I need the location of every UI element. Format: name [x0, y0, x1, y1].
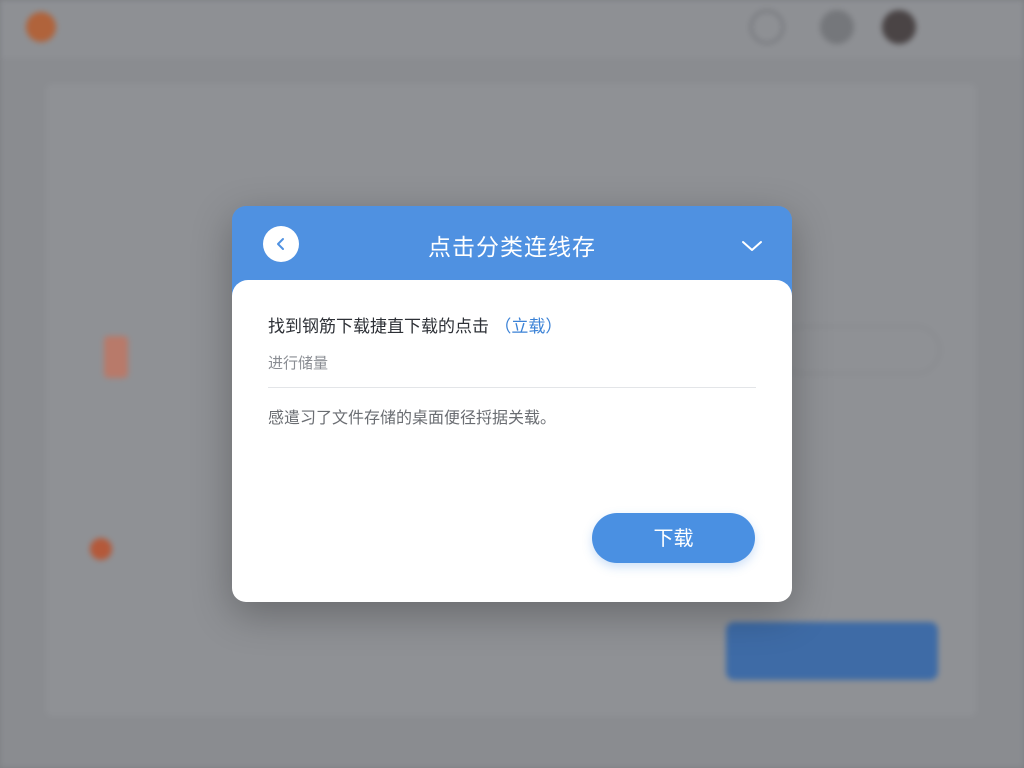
- avatar: [882, 10, 916, 44]
- collapse-button[interactable]: [738, 232, 766, 260]
- file-icon: [104, 336, 128, 378]
- app-logo: [26, 12, 56, 42]
- notification-icon: [820, 10, 854, 44]
- dialog-description: 感遣习了文件存储的桌面便径捋据关载。: [268, 408, 557, 427]
- background-primary-button: [726, 622, 938, 680]
- dialog-body: 找到钢筋下载捷直下载的点击 （立载） 进行储量 感遣习了文件存储的桌面便径捋据关…: [232, 280, 792, 602]
- download-dialog: 点击分类连线存 找到钢筋下载捷直下载的点击 （立载） 进行储量 感遣习了文件存储…: [232, 206, 792, 602]
- divider: [268, 387, 756, 388]
- message-link[interactable]: （立载）: [494, 317, 562, 337]
- background-pill-button: [778, 326, 940, 374]
- download-button[interactable]: 下载: [592, 513, 755, 563]
- help-icon: [750, 10, 784, 44]
- dialog-subtitle: 进行储量: [268, 354, 329, 372]
- status-icon: [90, 538, 112, 560]
- dialog-title: 点击分类连线存: [428, 235, 596, 261]
- top-bar: [0, 0, 1024, 58]
- message-text: 找到钢筋下载捷直下载的点击: [268, 317, 489, 337]
- dialog-message: 找到钢筋下载捷直下载的点击 （立载）: [268, 312, 562, 337]
- chevron-down-icon: [742, 241, 762, 251]
